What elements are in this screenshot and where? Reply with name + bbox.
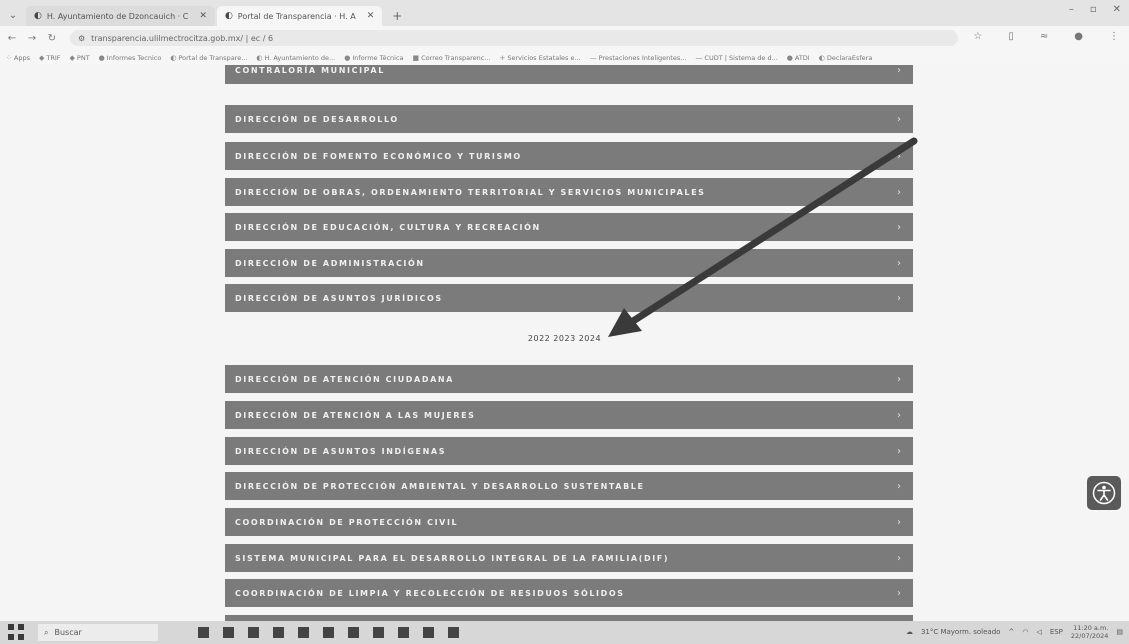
mail-icon: ■ <box>412 53 420 62</box>
weather-text[interactable]: 31°C Mayorm. soleado <box>921 628 1001 636</box>
browser-tab-active[interactable]: ◐ Portal de Transparencia · H. A ✕ <box>216 6 383 26</box>
accessibility-icon <box>1092 481 1116 505</box>
app-icon[interactable] <box>323 627 334 638</box>
close-window-icon[interactable]: ✕ <box>1113 4 1121 15</box>
bookmark-item[interactable]: ◆ PNT <box>70 54 90 62</box>
bookmark-icon: + <box>499 53 506 62</box>
bookmark-item[interactable]: ● Informe Técnica <box>344 54 403 62</box>
app-icon[interactable] <box>248 627 259 638</box>
bookmark-icon: ● <box>786 53 793 62</box>
bookmark-item[interactable]: ◐ H. Ayuntamiento de... <box>256 54 335 62</box>
bookmark-icon: ◐ <box>170 53 177 62</box>
bookmark-item[interactable]: ⁘ Apps <box>6 54 30 62</box>
volume-icon[interactable]: ◁ <box>1036 628 1041 636</box>
pdf-icon[interactable] <box>423 627 434 638</box>
profile-avatar-icon[interactable]: ● <box>1074 31 1083 42</box>
bookmark-item[interactable]: ● Informes Tecnico <box>99 54 162 62</box>
reload-icon[interactable]: ↻ <box>44 33 60 44</box>
app-icon[interactable] <box>448 627 459 638</box>
toolbar-actions: ☆ ▯ ≈ ● ⋮ <box>973 31 1119 42</box>
bookmark-star-icon[interactable]: ☆ <box>973 31 982 42</box>
address-toolbar: ← → ↻ ⚙ transparencia.ulilmectrocitza.go… <box>0 26 1129 50</box>
tab-title: Portal de Transparencia · H. A <box>237 11 356 21</box>
clock-time: 11:20 a.m. <box>1073 624 1109 632</box>
network-icon[interactable]: ◠ <box>1022 628 1028 636</box>
clock-date: 22/07/2024 <box>1070 632 1109 640</box>
tray-chevron-icon[interactable]: ^ <box>1008 628 1014 636</box>
bookmark-icon: — <box>589 53 597 62</box>
bookmark-icon: ◐ <box>818 53 825 62</box>
bookmark-item[interactable]: ■ Correo Transparenc... <box>413 54 491 62</box>
search-placeholder: Buscar <box>54 628 82 637</box>
notifications-icon[interactable]: ▤ <box>1116 628 1123 636</box>
browser-tab[interactable]: ◐ H. Ayuntamiento de Dzoncauich · C ✕ <box>26 6 215 26</box>
task-view-icon[interactable] <box>198 627 209 638</box>
browser-tab-bar: ⌄ ◐ H. Ayuntamiento de Dzoncauich · C ✕ … <box>0 0 1129 26</box>
browser-menu-icon[interactable]: ⋮ <box>1109 31 1119 42</box>
bookmark-item[interactable]: ◐ DeclaraEsfera <box>819 54 873 62</box>
bookmark-item[interactable]: ● ATDI <box>787 54 810 62</box>
tab-search-icon[interactable]: ⌄ <box>0 4 26 26</box>
address-bar[interactable]: ⚙ transparencia.ulilmectrocitza.gob.mx/ … <box>70 30 958 46</box>
page-content: CONTRALORÍA MUNICIPAL › DIRECCIÓN DE DES… <box>0 65 1129 621</box>
window-controls: – ▫ ✕ <box>1069 4 1121 15</box>
bookmark-item[interactable]: — Prestaciones Inteligentes... <box>590 54 687 62</box>
app-icon[interactable] <box>298 627 309 638</box>
app-icon[interactable] <box>273 627 284 638</box>
file-explorer-icon[interactable] <box>223 627 234 638</box>
apps-grid-icon: ⁘ <box>6 53 12 62</box>
bookmarks-bar: ⁘ Apps ◆ TRIF ◆ PNT ● Informes Tecnico ◐ Port… <box>0 50 1129 65</box>
taskbar: ⌕ Buscar ☁ 31°C Mayorm. soleado ^ ◠ ◁ ES… <box>0 621 1129 644</box>
extensions-icon[interactable]: ≈ <box>1040 31 1048 42</box>
bookmark-icon: ● <box>344 53 351 62</box>
url-text: transparencia.ulilmectrocitza.gob.mx/ | … <box>91 33 274 43</box>
weather-icon[interactable]: ☁ <box>906 628 913 636</box>
close-tab-icon[interactable]: ✕ <box>199 11 207 21</box>
tab-title: H. Ayuntamiento de Dzoncauich · C <box>46 11 189 21</box>
site-info-icon[interactable]: ⚙ <box>78 34 85 43</box>
forward-icon[interactable]: → <box>24 33 40 44</box>
site-favicon-icon: ◐ <box>34 11 42 21</box>
clock[interactable]: 11:20 a.m. 22/07/2024 <box>1071 624 1108 640</box>
annotation-arrow <box>608 137 918 337</box>
bookmark-icon: ◆ <box>69 53 75 62</box>
bookmark-icon: — <box>695 53 703 62</box>
minimize-icon[interactable]: – <box>1069 4 1074 15</box>
bookmark-icon: ● <box>98 53 105 62</box>
bookmark-item[interactable]: ◐ Portal de Transpare... <box>170 54 247 62</box>
bookmark-item[interactable]: ◆ TRIF <box>39 54 61 62</box>
side-panel-icon[interactable]: ▯ <box>1008 31 1014 42</box>
site-favicon-icon: ◐ <box>224 11 233 21</box>
taskbar-apps <box>198 627 459 638</box>
search-icon: ⌕ <box>44 627 49 637</box>
accessibility-button[interactable] <box>1087 476 1121 510</box>
app-icon[interactable] <box>398 627 409 638</box>
language-indicator[interactable]: ESP <box>1050 628 1063 636</box>
bookmark-icon: ◆ <box>38 53 45 62</box>
taskbar-search-input[interactable]: ⌕ Buscar <box>38 624 158 641</box>
bookmark-item[interactable]: + Servicios Estatales e... <box>500 54 581 62</box>
new-tab-button[interactable]: + <box>384 6 410 26</box>
chrome-icon[interactable] <box>348 627 359 638</box>
close-tab-icon[interactable]: ✕ <box>367 11 375 21</box>
windows-start-icon[interactable] <box>8 623 26 642</box>
app-icon[interactable] <box>373 627 384 638</box>
bookmark-item[interactable]: — CUDT | Sistema de d... <box>695 54 777 62</box>
back-icon[interactable]: ← <box>4 33 20 44</box>
system-tray: ☁ 31°C Mayorm. soleado ^ ◠ ◁ ESP 11:20 a… <box>906 624 1123 640</box>
bookmark-icon: ◐ <box>256 53 263 62</box>
maximize-icon[interactable]: ▫ <box>1090 4 1097 15</box>
